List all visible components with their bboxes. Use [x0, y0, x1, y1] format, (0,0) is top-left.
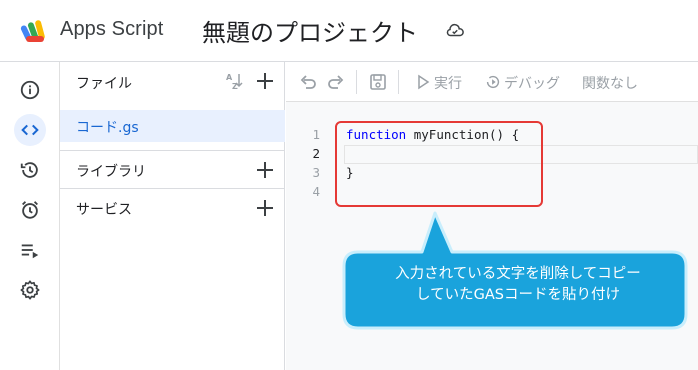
- cloud-sync-icon: [446, 23, 464, 37]
- file-name: コード.gs: [76, 120, 139, 136]
- line-number: 1: [312, 127, 320, 142]
- services-section[interactable]: サービス: [60, 188, 285, 226]
- rail-executions-button[interactable]: [14, 234, 46, 266]
- rail-editor-button[interactable]: [14, 114, 46, 146]
- svg-text:A: A: [226, 73, 233, 82]
- toolbar-separator: [356, 70, 357, 94]
- rail-overview-button[interactable]: [14, 74, 46, 106]
- editor-toolbar: 実行 デバッグ 関数なし: [286, 62, 698, 102]
- line-number: 3: [312, 165, 320, 180]
- add-library-button[interactable]: [255, 160, 275, 180]
- libraries-label: ライブラリ: [76, 164, 146, 180]
- callout-text: 入力されている文字を削除してコピー していたGASコードを貼り付け: [350, 264, 686, 306]
- line-number: 4: [312, 184, 320, 199]
- history-icon: [20, 162, 38, 178]
- files-header: ファイル A Z: [60, 62, 285, 102]
- code-highlight-box: [335, 121, 543, 207]
- save-icon[interactable]: [368, 72, 388, 92]
- debug-icon: [486, 75, 500, 89]
- undo-icon[interactable]: [298, 72, 318, 92]
- app-header: Apps Script 無題のプロジェクト: [0, 0, 698, 62]
- run-play-icon: [418, 74, 430, 90]
- playlist-icon: [21, 244, 39, 259]
- apps-script-logo-icon[interactable]: [20, 16, 50, 46]
- services-label: サービス: [76, 202, 132, 218]
- gear-icon: [20, 280, 40, 300]
- libraries-section[interactable]: ライブラリ: [60, 150, 285, 188]
- rail-settings-button[interactable]: [14, 274, 46, 306]
- add-file-button[interactable]: [255, 71, 275, 91]
- files-panel: ファイル A Z コード.gs ライブラリ サービス: [60, 62, 285, 370]
- callout-line: していたGASコードを貼り付け: [416, 287, 620, 303]
- project-title[interactable]: 無題のプロジェクト: [202, 13, 418, 48]
- run-button[interactable]: 実行: [434, 73, 462, 93]
- function-select[interactable]: 関数なし: [582, 73, 638, 93]
- redo-icon[interactable]: [326, 72, 346, 92]
- callout-line: 入力されている文字を削除してコピー: [395, 266, 641, 282]
- info-icon: [20, 80, 40, 100]
- code-icon: [21, 124, 39, 136]
- rail-triggers-button[interactable]: [14, 194, 46, 226]
- file-item-code-gs[interactable]: コード.gs: [60, 110, 285, 142]
- toolbar-separator: [398, 70, 399, 94]
- debug-button[interactable]: デバッグ: [504, 73, 560, 93]
- sort-az-icon[interactable]: A Z: [224, 71, 244, 91]
- left-nav-rail: [0, 62, 60, 370]
- alarm-clock-icon: [22, 201, 38, 219]
- files-title: ファイル: [76, 76, 132, 92]
- add-service-button[interactable]: [255, 198, 275, 218]
- rail-history-button[interactable]: [14, 154, 46, 186]
- line-number: 2: [312, 146, 320, 161]
- app-name[interactable]: Apps Script: [60, 18, 163, 41]
